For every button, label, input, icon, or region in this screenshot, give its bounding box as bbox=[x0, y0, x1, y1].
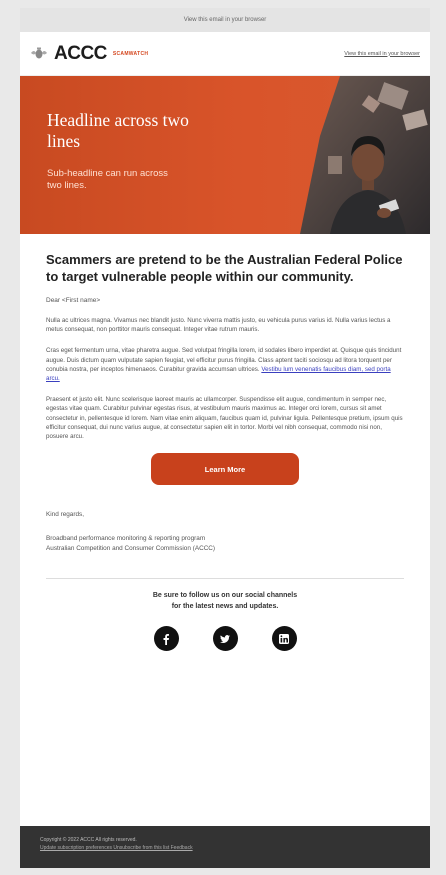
email-frame: View this email in your browser ACCC SCA… bbox=[20, 8, 430, 868]
sign-off: Kind regards, bbox=[46, 511, 85, 519]
accc-logo: ACCC bbox=[54, 42, 107, 64]
social-line-1: Be sure to follow us on our social chann… bbox=[152, 592, 298, 600]
social-line-2: for the latest news and updates. bbox=[171, 602, 279, 610]
hero-photo bbox=[300, 76, 430, 234]
top-bar: View this email in your browser bbox=[20, 8, 430, 32]
hero-headline: Headline across two lines bbox=[47, 110, 189, 151]
footer-links[interactable]: Update subscription preferences Unsubscr… bbox=[40, 844, 410, 852]
footer: Copyright © 2022 ACCC All rights reserve… bbox=[20, 826, 430, 868]
email-body: Scammers are pretend to be the Australia… bbox=[20, 234, 430, 554]
paragraph-3: Praesent et justo elit. Nunc scelerisque… bbox=[46, 396, 403, 441]
footer-copyright: Copyright © 2022 ACCC All rights reserve… bbox=[40, 837, 137, 843]
social-text: Be sure to follow us on our social chann… bbox=[20, 591, 430, 612]
email-title: Scammers are pretend to be the Australia… bbox=[46, 252, 403, 284]
linkedin-icon[interactable] bbox=[271, 626, 297, 652]
facebook-icon[interactable] bbox=[153, 626, 179, 652]
paragraph-2: Cras eget fermentum urna, vitae pharetra… bbox=[46, 346, 404, 383]
scamwatch-logo: SCAMWATCH bbox=[112, 50, 149, 57]
email-header: ACCC SCAMWATCH View this email in your b… bbox=[20, 32, 430, 76]
learn-more-button[interactable]: Learn More bbox=[151, 453, 299, 486]
coat-of-arms-icon bbox=[31, 47, 47, 58]
hero-subheadline: Sub-headline can run across two lines. bbox=[47, 168, 168, 191]
hero-banner: Headline across two lines Sub-headline c… bbox=[20, 76, 430, 234]
social-section: Be sure to follow us on our social chann… bbox=[20, 579, 430, 652]
view-in-browser-link-header[interactable]: View this email in your browser bbox=[344, 51, 420, 57]
social-icons bbox=[20, 626, 430, 652]
view-in-browser-link-top[interactable]: View this email in your browser bbox=[184, 17, 267, 23]
signature-line-1: Broadband performance monitoring & repor… bbox=[46, 535, 206, 543]
paragraph-1: Nulla ac ultrices magna. Vivamus nec bla… bbox=[46, 317, 391, 334]
twitter-icon[interactable] bbox=[212, 626, 238, 652]
signature-line-2: Australian Competition and Consumer Comm… bbox=[46, 545, 216, 553]
cta-wrapper: Learn More bbox=[46, 453, 404, 486]
greeting: Dear <First name> bbox=[46, 297, 101, 304]
signature: Broadband performance monitoring & repor… bbox=[46, 534, 404, 554]
